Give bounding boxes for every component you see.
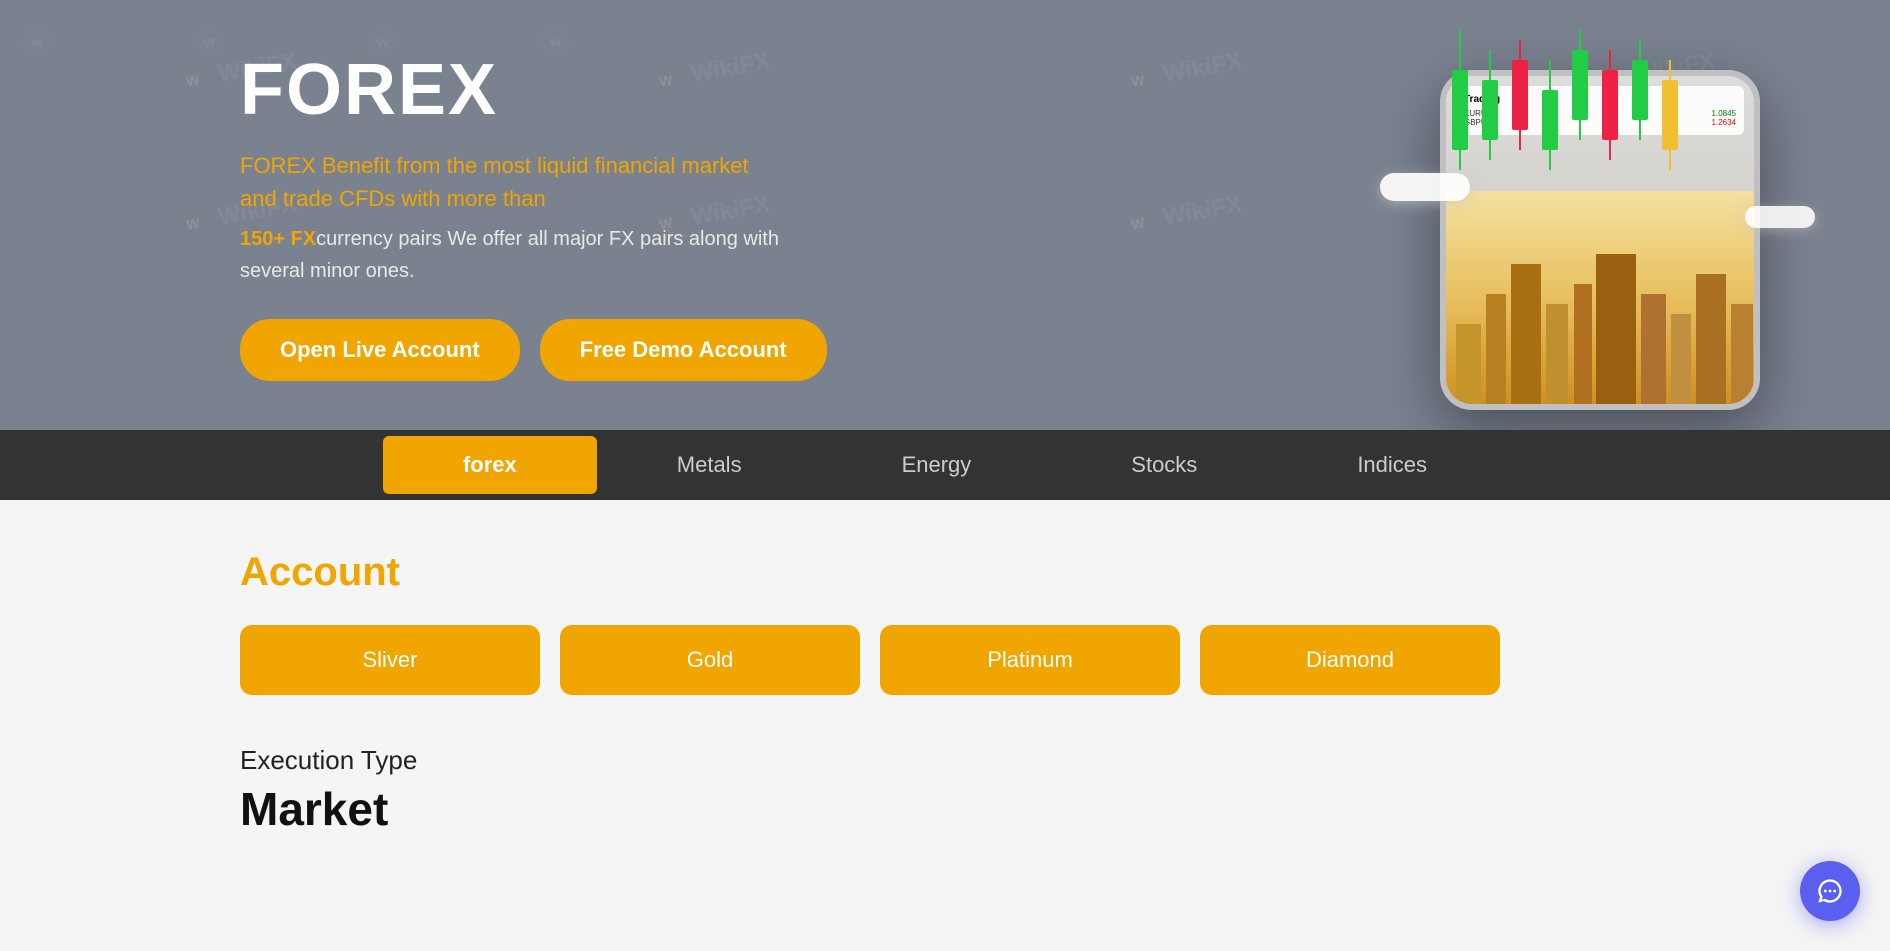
tab-bar: forex Metals Energy Stocks Indices	[0, 430, 1890, 500]
execution-section: Execution Type Market	[240, 745, 1650, 836]
free-demo-account-button[interactable]: Free Demo Account	[540, 319, 827, 381]
tab-metals[interactable]: Metals	[597, 436, 822, 494]
main-content: W WikiFX W WikiFX W WikiFX W WikiFX Acco…	[0, 500, 1890, 886]
hero-section: W WikiFX W WikiFX W WikiFX W WikiFX W Wi…	[0, 0, 1890, 430]
account-type-gold[interactable]: Gold	[560, 625, 860, 695]
account-type-platinum[interactable]: Platinum	[880, 625, 1180, 695]
tab-energy[interactable]: Energy	[822, 436, 1052, 494]
account-type-sliver[interactable]: Sliver	[240, 625, 540, 695]
hero-image: Trading EURUSD1.0845 GBPUSD1.2634	[1390, 30, 1810, 410]
tab-forex[interactable]: forex	[383, 436, 597, 494]
account-type-diamond[interactable]: Diamond	[1200, 625, 1500, 695]
hero-highlight: 150+ FX	[240, 228, 316, 250]
account-section-title: Account	[240, 550, 1650, 595]
cloud-decoration	[1380, 173, 1470, 201]
hero-desc-rest: currency pairs We offer all major FX pai…	[240, 228, 779, 282]
chat-icon	[1816, 877, 1844, 905]
account-type-buttons: Sliver Gold Platinum Diamond	[240, 625, 1650, 695]
cloud-decoration-2	[1745, 206, 1815, 228]
chat-button[interactable]	[1800, 861, 1860, 921]
hero-desc: 150+ FXcurrency pairs We offer all major…	[240, 223, 790, 287]
execution-type-value: Market	[240, 782, 1650, 836]
hero-subtitle: FOREX Benefit from the most liquid finan…	[240, 149, 790, 215]
open-live-account-button[interactable]: Open Live Account	[240, 319, 520, 381]
execution-type-label: Execution Type	[240, 745, 1650, 776]
tab-stocks[interactable]: Stocks	[1051, 436, 1277, 494]
phone-mockup: Trading EURUSD1.0845 GBPUSD1.2634	[1390, 30, 1810, 410]
tab-indices[interactable]: Indices	[1277, 436, 1507, 494]
